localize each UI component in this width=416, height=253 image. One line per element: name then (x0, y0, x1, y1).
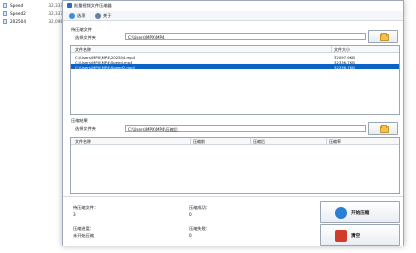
clear-button[interactable]: 清空 (320, 224, 400, 246)
column-separator (190, 138, 191, 145)
input-folder-path-field[interactable]: C:\Users\MPX\MP4 (125, 33, 366, 40)
start-compression-label: 开始压缩 (351, 211, 370, 216)
column-separator (326, 138, 327, 145)
menu-about-label: 关于 (103, 13, 112, 18)
background-file-list: Speed 32,337 KB Speed2 32,337 KB 202504 … (0, 0, 70, 40)
column-before-size[interactable]: 压缩前 (193, 139, 205, 145)
output-folder-path-field[interactable]: C:\Users\MPX\MP4\压缩后 (125, 125, 366, 132)
progress-label: 压缩进度： (73, 226, 94, 231)
video-file-icon (3, 3, 7, 8)
output-select-folder-label: 选择文件夹 (75, 126, 96, 131)
failed-count-label: 压缩失败： (189, 226, 210, 231)
input-folder-path: C:\Users\MPX\MP4 (128, 35, 165, 40)
refresh-icon (335, 207, 347, 219)
background-file-row[interactable]: Speed 32,337 KB (0, 2, 70, 9)
input-group-label: 待压缩文件 (71, 27, 92, 32)
failed-count-value: 0 (189, 233, 192, 238)
column-compression-ratio[interactable]: 压缩率 (329, 139, 341, 145)
row-file-name: C:\Users\MPX\MP4\Speed2.mp4 (75, 64, 135, 70)
background-file-name: Speed (10, 3, 24, 8)
column-file-size[interactable]: 文件大小 (334, 47, 350, 53)
success-count-label: 压缩成功： (189, 205, 210, 210)
input-select-folder-label: 选择文件夹 (75, 35, 96, 40)
window-title: 批量视频文件压缩器 (74, 3, 112, 8)
background-file-name: 202504 (10, 19, 26, 24)
folder-icon (380, 125, 389, 133)
app-icon (67, 3, 72, 8)
background-file-row[interactable]: Speed2 32,337 KB (0, 10, 70, 17)
column-after-size[interactable]: 压缩后 (253, 139, 265, 145)
output-group-label: 压缩结果 (71, 118, 88, 123)
output-result-table: 文件名称 压缩前 压缩后 压缩率 (70, 137, 400, 194)
title-bar[interactable]: 批量视频文件压缩器 (63, 1, 403, 10)
menu-about[interactable]: 关于 (95, 12, 111, 20)
eraser-icon (335, 230, 347, 242)
output-folder-path: C:\Users\MPX\MP4\压缩后 (128, 127, 178, 132)
input-file-table: 文件名称 文件大小 C:\Users\MPX\MP4\202504.mp4 32… (70, 45, 400, 115)
background-file-name: Speed2 (10, 11, 26, 16)
input-browse-folder-button[interactable] (368, 30, 398, 43)
status-panel: 待压缩文件： 3 压缩成功： 0 压缩进度： 未开始压缩 压缩失败： 0 开始压… (63, 196, 403, 246)
column-separator (250, 138, 251, 145)
folder-icon (380, 33, 389, 41)
pending-count-label: 待压缩文件： (73, 205, 99, 210)
input-table-header: 文件名称 文件大小 (71, 46, 399, 53)
output-browse-folder-button[interactable] (368, 122, 398, 135)
background-file-row[interactable]: 202504 32,098 KB (0, 18, 70, 25)
menu-options[interactable]: 选项 (69, 12, 85, 20)
video-file-icon (3, 11, 7, 16)
column-separator (331, 46, 332, 53)
success-count-value: 0 (189, 212, 192, 217)
clear-label: 清空 (351, 234, 361, 239)
column-file-name[interactable]: 文件名称 (75, 139, 91, 145)
menu-options-label: 选项 (77, 13, 86, 18)
start-compression-button[interactable]: 开始压缩 (320, 201, 400, 223)
column-file-name[interactable]: 文件名称 (75, 47, 91, 53)
output-table-header: 文件名称 压缩前 压缩后 压缩率 (71, 138, 399, 145)
compressor-window: 批量视频文件压缩器 选项 关于 待压缩文件 选择文件夹 C:\Users\MPX… (62, 0, 404, 246)
pending-count-value: 3 (73, 212, 76, 217)
options-icon (69, 13, 75, 19)
row-file-size: 32336.7KB (334, 64, 355, 70)
menu-bar: 选项 关于 (63, 11, 403, 21)
about-icon (95, 13, 101, 19)
video-file-icon (3, 19, 7, 24)
table-row-selected[interactable]: C:\Users\MPX\MP4\Speed2.mp4 32336.7KB (71, 64, 399, 70)
progress-value: 未开始压缩 (73, 233, 94, 238)
